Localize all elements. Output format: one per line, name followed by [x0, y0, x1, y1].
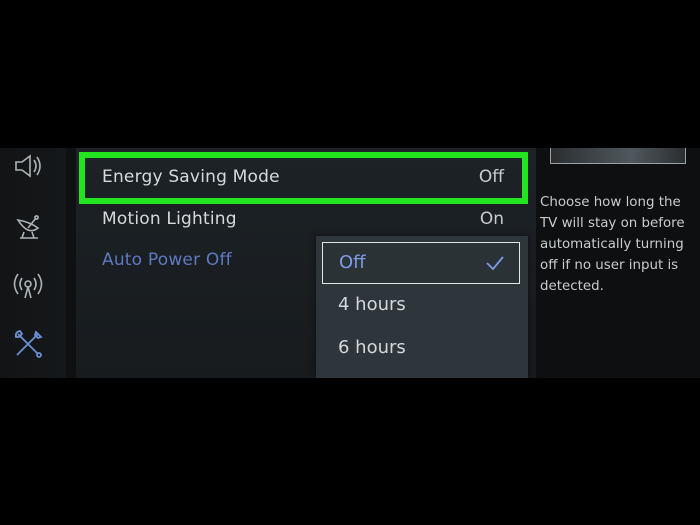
help-panel: Choose how long the TV will stay on befo…	[536, 148, 700, 378]
settings-sidebar	[0, 148, 66, 378]
option-label: 6 hours	[338, 337, 406, 358]
option-label: 4 hours	[338, 294, 406, 315]
preview-thumbnail	[550, 148, 686, 164]
dropdown-option-4-hours[interactable]: 4 hours	[316, 284, 528, 326]
dropdown-option-off[interactable]: Off	[322, 242, 520, 284]
broadcast-icon[interactable]	[8, 208, 48, 248]
sound-icon[interactable]	[8, 148, 48, 188]
menu-item-value: Off	[478, 167, 504, 187]
menu-item-label: Auto Power Off	[102, 250, 232, 270]
menu-item-energy-saving-mode[interactable]: Energy Saving Mode Off	[76, 157, 536, 201]
tools-icon[interactable]	[8, 324, 48, 364]
dropdown-option-6-hours[interactable]: 6 hours	[316, 327, 528, 369]
network-icon[interactable]	[8, 266, 48, 306]
menu-item-value: On	[479, 209, 504, 229]
auto-power-off-dropdown: Off 4 hours 6 hours	[316, 236, 528, 378]
menu-item-label: Energy Saving Mode	[102, 167, 280, 187]
menu-item-label: Motion Lighting	[102, 209, 237, 229]
help-description: Choose how long the TV will stay on befo…	[540, 195, 685, 294]
option-label: Off	[339, 252, 366, 273]
checkmark-icon	[485, 255, 505, 271]
